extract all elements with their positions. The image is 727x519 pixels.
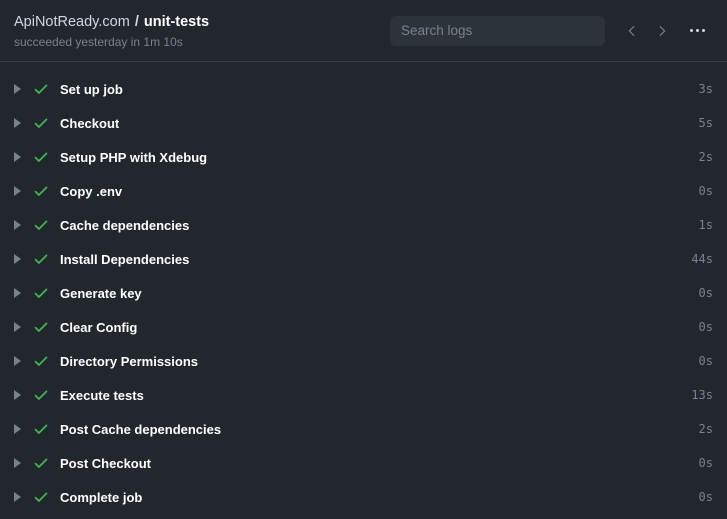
step-row[interactable]: Install Dependencies 44s bbox=[0, 242, 727, 276]
breadcrumb-job-name: unit-tests bbox=[143, 13, 210, 30]
triangle-right-icon bbox=[13, 254, 21, 264]
expand-step-toggle[interactable] bbox=[8, 424, 26, 434]
job-status-line: succeeded yesterday in 1m 10s bbox=[14, 34, 183, 49]
step-row[interactable]: Directory Permissions 0s bbox=[0, 344, 727, 378]
expand-step-toggle[interactable] bbox=[8, 492, 26, 502]
breadcrumb: ApiNotReady.com / unit-tests bbox=[14, 13, 209, 31]
step-duration: 44s bbox=[691, 252, 713, 266]
step-name: Directory Permissions bbox=[60, 353, 199, 369]
step-duration: 0s bbox=[698, 456, 713, 470]
job-steps-list: Set up job 3s Checkout 5s Setup PHP with… bbox=[0, 62, 727, 514]
expand-step-toggle[interactable] bbox=[8, 152, 26, 162]
breadcrumb-repo[interactable]: ApiNotReady.com bbox=[14, 14, 130, 30]
step-name: Generate key bbox=[60, 285, 142, 301]
search-logs-input[interactable] bbox=[390, 15, 605, 46]
triangle-right-icon bbox=[13, 118, 21, 128]
triangle-right-icon bbox=[13, 84, 21, 94]
triangle-right-icon bbox=[13, 152, 21, 162]
job-title-block: ApiNotReady.com / unit-tests succeeded y… bbox=[14, 12, 209, 50]
kebab-menu-icon-dot-3 bbox=[701, 29, 705, 32]
check-icon bbox=[26, 183, 56, 199]
expand-step-toggle[interactable] bbox=[8, 458, 26, 468]
expand-step-toggle[interactable] bbox=[8, 288, 26, 298]
check-icon bbox=[26, 217, 56, 233]
expand-step-toggle[interactable] bbox=[8, 254, 26, 264]
check-icon bbox=[26, 489, 56, 505]
header-actions bbox=[390, 15, 713, 46]
step-name: Setup PHP with Xdebug bbox=[60, 149, 208, 165]
check-icon bbox=[26, 251, 56, 267]
step-name: Set up job bbox=[60, 81, 123, 97]
expand-step-toggle[interactable] bbox=[8, 118, 26, 128]
step-duration: 2s bbox=[698, 422, 713, 436]
check-icon bbox=[26, 81, 56, 97]
step-row[interactable]: Copy .env 0s bbox=[0, 174, 727, 208]
log-header: ApiNotReady.com / unit-tests succeeded y… bbox=[0, 0, 727, 62]
expand-step-toggle[interactable] bbox=[8, 356, 26, 366]
chevron-left-icon bbox=[625, 24, 639, 38]
step-row[interactable]: Set up job 3s bbox=[0, 72, 727, 106]
step-row[interactable]: Clear Config 0s bbox=[0, 310, 727, 344]
chevron-right-icon bbox=[655, 24, 669, 38]
step-name: Checkout bbox=[60, 115, 120, 131]
step-duration: 1s bbox=[698, 218, 713, 232]
step-duration: 0s bbox=[698, 184, 713, 198]
step-duration: 2s bbox=[698, 150, 713, 164]
expand-step-toggle[interactable] bbox=[8, 186, 26, 196]
step-duration: 0s bbox=[698, 320, 713, 334]
check-icon bbox=[26, 353, 56, 369]
step-name: Execute tests bbox=[60, 387, 144, 403]
expand-step-toggle[interactable] bbox=[8, 84, 26, 94]
expand-step-toggle[interactable] bbox=[8, 220, 26, 230]
step-row[interactable]: Setup PHP with Xdebug 2s bbox=[0, 140, 727, 174]
kebab-menu-icon bbox=[689, 29, 693, 32]
triangle-right-icon bbox=[13, 492, 21, 502]
step-row[interactable]: Execute tests 13s bbox=[0, 378, 727, 412]
step-row[interactable]: Cache dependencies 1s bbox=[0, 208, 727, 242]
check-icon bbox=[26, 319, 56, 335]
step-duration: 3s bbox=[698, 82, 713, 96]
step-name: Install Dependencies bbox=[60, 251, 190, 267]
check-icon bbox=[26, 455, 56, 471]
breadcrumb-separator: / bbox=[134, 13, 139, 30]
expand-step-toggle[interactable] bbox=[8, 390, 26, 400]
step-duration: 0s bbox=[698, 354, 713, 368]
triangle-right-icon bbox=[13, 186, 21, 196]
step-row[interactable]: Checkout 5s bbox=[0, 106, 727, 140]
kebab-menu-icon-dot-2 bbox=[695, 29, 699, 32]
step-duration: 5s bbox=[698, 116, 713, 130]
check-icon bbox=[26, 387, 56, 403]
triangle-right-icon bbox=[13, 424, 21, 434]
step-row[interactable]: Post Cache dependencies 2s bbox=[0, 412, 727, 446]
step-duration: 0s bbox=[698, 490, 713, 504]
triangle-right-icon bbox=[13, 390, 21, 400]
check-icon bbox=[26, 421, 56, 437]
search-logs-wrapper bbox=[390, 15, 605, 46]
step-row[interactable]: Generate key 0s bbox=[0, 276, 727, 310]
triangle-right-icon bbox=[13, 288, 21, 298]
step-name: Post Cache dependencies bbox=[60, 421, 222, 437]
check-icon bbox=[26, 285, 56, 301]
check-icon bbox=[26, 115, 56, 131]
step-duration: 13s bbox=[691, 388, 713, 402]
previous-step-button[interactable] bbox=[617, 16, 647, 46]
log-options-menu-button[interactable] bbox=[681, 16, 713, 46]
triangle-right-icon bbox=[13, 220, 21, 230]
step-row[interactable]: Post Checkout 0s bbox=[0, 446, 727, 480]
step-duration: 0s bbox=[698, 286, 713, 300]
expand-step-toggle[interactable] bbox=[8, 322, 26, 332]
step-name: Post Checkout bbox=[60, 455, 152, 471]
check-icon bbox=[26, 149, 56, 165]
triangle-right-icon bbox=[13, 458, 21, 468]
step-name: Clear Config bbox=[60, 319, 138, 335]
step-row[interactable]: Complete job 0s bbox=[0, 480, 727, 514]
triangle-right-icon bbox=[13, 356, 21, 366]
step-name: Cache dependencies bbox=[60, 217, 190, 233]
step-name: Complete job bbox=[60, 489, 143, 505]
next-step-button[interactable] bbox=[647, 16, 677, 46]
triangle-right-icon bbox=[13, 322, 21, 332]
step-name: Copy .env bbox=[60, 183, 123, 199]
